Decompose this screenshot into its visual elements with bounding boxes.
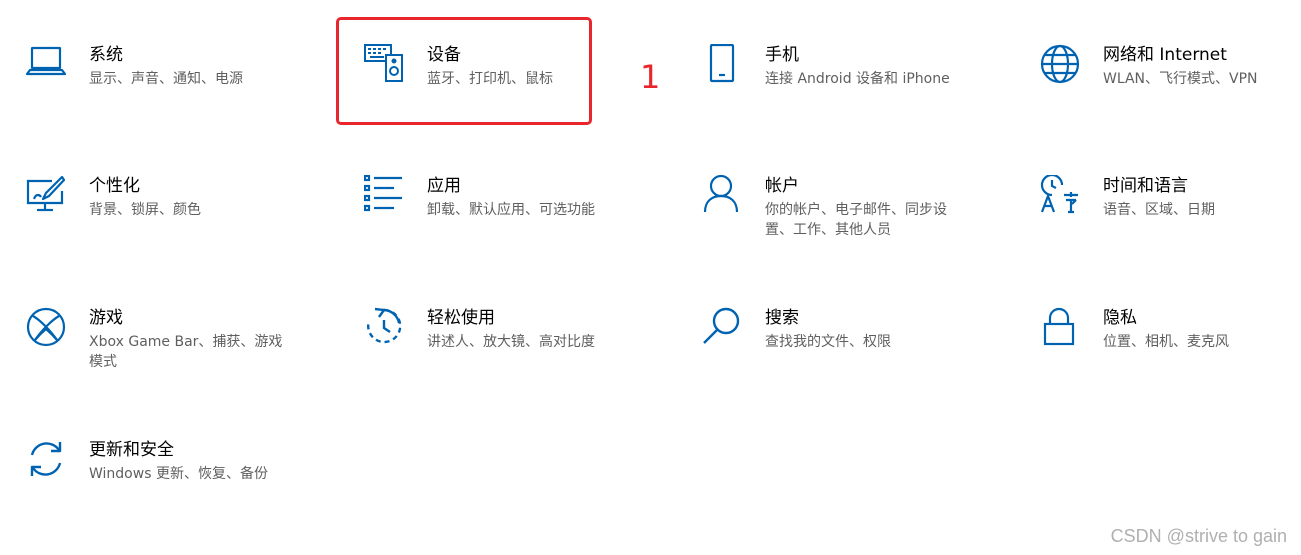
annotation-highlight-box [336, 17, 592, 125]
time-language-icon [1040, 175, 1080, 215]
settings-tile-ease-of-access[interactable]: 轻松使用 讲述人、放大镜、高对比度 [364, 307, 664, 407]
tile-description: 背景、锁屏、颜色 [89, 202, 201, 218]
settings-tile-gaming[interactable]: 游戏 Xbox Game Bar、捕获、游戏模式 [26, 307, 326, 407]
tile-title: 个性化 [89, 176, 140, 196]
tile-description: 讲述人、放大镜、高对比度 [427, 334, 595, 350]
globe-icon [1040, 44, 1080, 84]
tile-title: 网络和 Internet [1103, 45, 1227, 65]
tile-title: 隐私 [1103, 308, 1137, 328]
app-list-icon [364, 175, 404, 215]
tile-description: 语音、区域、日期 [1103, 202, 1215, 218]
annotation-number: 1 [640, 58, 661, 96]
phone-icon [702, 44, 742, 84]
tile-title: 游戏 [89, 308, 123, 328]
tile-description: Xbox Game Bar、捕获、游戏模式 [89, 334, 283, 370]
settings-tile-update-security[interactable]: 更新和安全 Windows 更新、恢复、备份 [26, 439, 326, 539]
tile-description: 位置、相机、麦克风 [1103, 334, 1229, 350]
watermark: CSDN @strive to gain [1110, 526, 1287, 546]
settings-tile-search[interactable]: 搜索 查找我的文件、权限 [702, 307, 1002, 407]
lock-icon [1040, 307, 1080, 347]
tile-title: 系统 [89, 45, 123, 65]
tile-title: 应用 [427, 176, 461, 196]
tile-title: 帐户 [765, 176, 799, 196]
tile-description: 查找我的文件、权限 [765, 334, 891, 350]
laptop-icon [26, 44, 66, 84]
settings-tile-accounts[interactable]: 帐户 你的帐户、电子邮件、同步设置、工作、其他人员 [702, 175, 1002, 275]
ease-of-access-icon [364, 307, 404, 347]
settings-tile-network[interactable]: 网络和 Internet WLAN、飞行模式、VPN [1040, 44, 1301, 144]
tile-description: WLAN、飞行模式、VPN [1103, 71, 1258, 87]
tile-description: Windows 更新、恢复、备份 [89, 466, 268, 482]
person-icon [702, 175, 742, 215]
tile-title: 搜索 [765, 308, 799, 328]
tile-description: 你的帐户、电子邮件、同步设置、工作、其他人员 [765, 202, 947, 238]
tile-description: 卸载、默认应用、可选功能 [427, 202, 595, 218]
settings-tile-system[interactable]: 系统 显示、声音、通知、电源 [26, 44, 326, 144]
tile-title: 时间和语言 [1103, 176, 1188, 196]
paint-monitor-icon [26, 175, 66, 215]
settings-tile-apps[interactable]: 应用 卸载、默认应用、可选功能 [364, 175, 664, 275]
settings-tile-personalization[interactable]: 个性化 背景、锁屏、颜色 [26, 175, 326, 275]
settings-tile-privacy[interactable]: 隐私 位置、相机、麦克风 [1040, 307, 1301, 407]
sync-icon [26, 439, 66, 479]
search-icon [702, 307, 742, 347]
tile-description: 连接 Android 设备和 iPhone [765, 71, 950, 87]
tile-description: 显示、声音、通知、电源 [89, 71, 243, 87]
xbox-icon [26, 307, 66, 347]
tile-title: 手机 [765, 45, 799, 65]
settings-tile-time-language[interactable]: 时间和语言 语音、区域、日期 [1040, 175, 1301, 275]
tile-title: 轻松使用 [427, 308, 495, 328]
tile-title: 更新和安全 [89, 440, 174, 460]
settings-tile-phone[interactable]: 手机 连接 Android 设备和 iPhone [702, 44, 1002, 144]
